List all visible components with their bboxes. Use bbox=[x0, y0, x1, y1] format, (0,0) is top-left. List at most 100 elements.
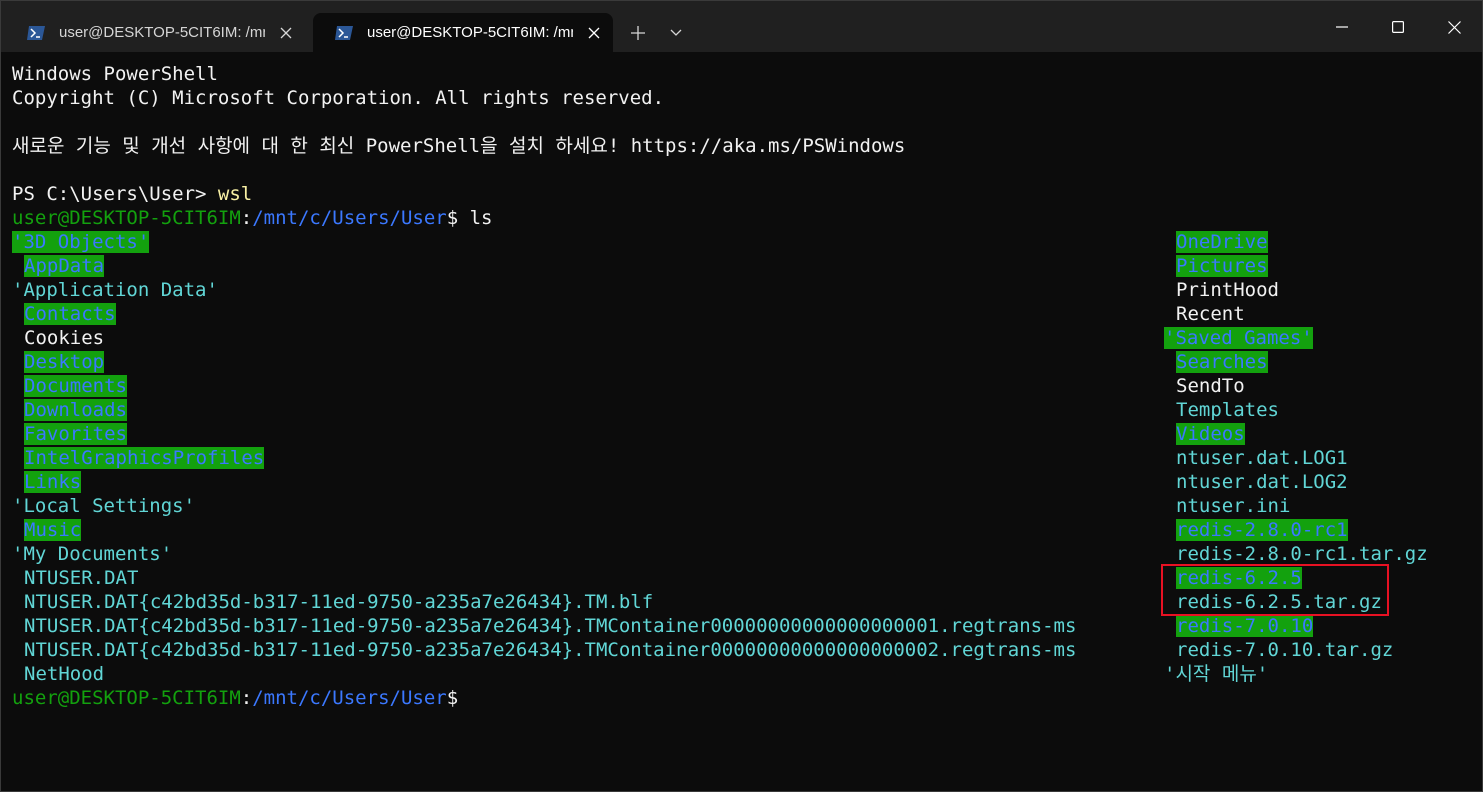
ls-entry-name: Documents bbox=[24, 375, 127, 397]
ls-entry-name: '시작 메뉴' bbox=[1164, 663, 1269, 685]
ls-entry: Documents bbox=[12, 374, 127, 398]
ls-entry-name: redis-2.8.0-rc1 bbox=[1176, 519, 1348, 541]
tab-title: user@DESKTOP-5CIT6IM: /mnt/c/Users/User bbox=[367, 24, 573, 41]
ls-entry-name: Links bbox=[24, 471, 82, 493]
ls-entry-name: NetHood bbox=[24, 663, 105, 685]
close-icon[interactable] bbox=[1426, 5, 1482, 49]
ls-entry-name: 'My Documents' bbox=[12, 543, 173, 565]
title-bar[interactable]: user@DESKTOP-5CIT6IM: /mnt/c/Users/User … bbox=[1, 1, 1482, 52]
ls-entry-name: '3D Objects' bbox=[12, 231, 150, 253]
ls-entry-name: 'Application Data' bbox=[12, 279, 218, 301]
prompt-path: /mnt/c/Users/User bbox=[252, 207, 447, 229]
prompt-path: /mnt/c/Users/User bbox=[252, 687, 447, 709]
ls-entry: '3D Objects' bbox=[12, 230, 150, 254]
ps-prompt: PS C:\Users\User> bbox=[12, 183, 218, 205]
ls-entry: Desktop bbox=[12, 350, 105, 374]
close-icon[interactable] bbox=[581, 20, 607, 46]
ls-entry-name: Recent bbox=[1176, 303, 1245, 325]
ls-entry: Searches bbox=[1164, 350, 1268, 374]
ls-entry-name: NTUSER.DAT{c42bd35d-b317-11ed-9750-a235a… bbox=[24, 639, 1077, 661]
ls-entry: Cookies bbox=[12, 326, 104, 350]
ls-entry: PrintHood bbox=[1164, 278, 1279, 302]
ls-entry-name: NTUSER.DAT{c42bd35d-b317-11ed-9750-a235a… bbox=[24, 591, 654, 613]
ls-entry: redis-7.0.10 bbox=[1164, 614, 1314, 638]
ls-entry: redis-2.8.0-rc1.tar.gz bbox=[1164, 542, 1428, 566]
prompt-colon: : bbox=[240, 687, 253, 709]
prompt-dollar: $ bbox=[446, 687, 459, 709]
ls-entry-name: Downloads bbox=[24, 399, 127, 421]
ls-entry-name: Searches bbox=[1176, 351, 1268, 373]
ls-entry: 'My Documents' bbox=[12, 542, 172, 566]
header-line: Windows PowerShell bbox=[12, 63, 218, 85]
ls-entry: NetHood bbox=[12, 662, 104, 686]
minimize-icon[interactable] bbox=[1314, 5, 1370, 49]
prompt-colon: : bbox=[240, 207, 253, 229]
ls-entry-name: 'Local Settings' bbox=[12, 495, 196, 517]
highlight-box bbox=[1161, 564, 1389, 616]
ls-entry: Videos bbox=[1164, 422, 1245, 446]
ls-entry-name: Pictures bbox=[1176, 255, 1268, 277]
powershell-icon bbox=[27, 25, 45, 40]
bash-prompt-line: user@DESKTOP-5CIT6IM:/mnt/c/Users/User$ … bbox=[12, 206, 492, 230]
prompt-dollar: $ bbox=[446, 207, 459, 229]
ls-entry-name: redis-7.0.10.tar.gz bbox=[1176, 639, 1394, 661]
ls-entry: Downloads bbox=[12, 398, 127, 422]
ls-entry: AppData bbox=[12, 254, 105, 278]
ls-entry-name: AppData bbox=[24, 255, 105, 277]
close-icon[interactable] bbox=[273, 20, 299, 46]
ls-entry: Links bbox=[12, 470, 82, 494]
maximize-icon[interactable] bbox=[1370, 5, 1426, 49]
tab-1[interactable]: user@DESKTOP-5CIT6IM: /mnt/c/Users/User bbox=[5, 13, 311, 52]
ls-entry-name: ntuser.dat.LOG1 bbox=[1176, 447, 1348, 469]
powershell-icon bbox=[335, 25, 353, 40]
ps-prompt-line: PS C:\Users\User> wsl bbox=[12, 182, 252, 206]
ls-entry-name: NTUSER.DAT{c42bd35d-b317-11ed-9750-a235a… bbox=[24, 615, 1077, 637]
prompt-user: user@DESKTOP-5CIT6IM bbox=[12, 687, 241, 709]
ls-entry-name: Music bbox=[24, 519, 82, 541]
ls-entry: NTUSER.DAT bbox=[12, 566, 138, 590]
ls-entry-name: Templates bbox=[1176, 399, 1279, 421]
bash-prompt-line: user@DESKTOP-5CIT6IM:/mnt/c/Users/User$ bbox=[12, 686, 458, 710]
ls-entry-name: ntuser.ini bbox=[1176, 495, 1291, 517]
ls-entry: Favorites bbox=[12, 422, 127, 446]
ls-entry-name: PrintHood bbox=[1176, 279, 1279, 301]
tab-2[interactable]: user@DESKTOP-5CIT6IM: /mnt/c/Users/User bbox=[313, 13, 613, 52]
ls-entry: 'Local Settings' bbox=[12, 494, 195, 518]
ls-entry: 'Application Data' bbox=[12, 278, 218, 302]
ls-entry-name: 'Saved Games' bbox=[1164, 327, 1313, 349]
ls-entry: ntuser.ini bbox=[1164, 494, 1290, 518]
ls-entry: 'Saved Games' bbox=[1164, 326, 1313, 350]
tab-title: user@DESKTOP-5CIT6IM: /mnt/c/Users/User bbox=[59, 24, 265, 41]
ls-entry-name: Cookies bbox=[24, 327, 105, 349]
ls-entry-name: Desktop bbox=[24, 351, 105, 373]
ls-entry-name: ntuser.dat.LOG2 bbox=[1176, 471, 1348, 493]
ls-entry: ntuser.dat.LOG1 bbox=[1164, 446, 1348, 470]
header-line: 새로운 기능 및 개선 사항에 대 한 최신 PowerShell을 설치 하세… bbox=[12, 135, 906, 157]
ls-entry-name: Videos bbox=[1176, 423, 1245, 445]
ls-entry-name: Contacts bbox=[24, 303, 116, 325]
prompt-user: user@DESKTOP-5CIT6IM bbox=[12, 207, 241, 229]
terminal-output[interactable]: Windows PowerShell Copyright (C) Microso… bbox=[12, 62, 1472, 762]
ls-entry-name: redis-2.8.0-rc1.tar.gz bbox=[1176, 543, 1428, 565]
ls-entry: NTUSER.DAT{c42bd35d-b317-11ed-9750-a235a… bbox=[12, 614, 1076, 638]
ls-command: ls bbox=[458, 207, 493, 229]
ls-entry: Recent bbox=[1164, 302, 1245, 326]
ls-entry: '시작 메뉴' bbox=[1164, 662, 1268, 686]
ls-entry: Contacts bbox=[12, 302, 116, 326]
ls-entry-name: IntelGraphicsProfiles bbox=[24, 447, 265, 469]
ls-entry: ntuser.dat.LOG2 bbox=[1164, 470, 1348, 494]
ls-entry: Music bbox=[12, 518, 82, 542]
ls-entry: NTUSER.DAT{c42bd35d-b317-11ed-9750-a235a… bbox=[12, 590, 653, 614]
ls-entry-name: redis-7.0.10 bbox=[1176, 615, 1314, 637]
terminal-window: user@DESKTOP-5CIT6IM: /mnt/c/Users/User … bbox=[0, 0, 1483, 792]
ls-entry: Templates bbox=[1164, 398, 1279, 422]
ls-entry: NTUSER.DAT{c42bd35d-b317-11ed-9750-a235a… bbox=[12, 638, 1076, 662]
ls-entry-name: OneDrive bbox=[1176, 231, 1268, 253]
ls-entry: redis-2.8.0-rc1 bbox=[1164, 518, 1348, 542]
ls-entry: Pictures bbox=[1164, 254, 1268, 278]
ps-command: wsl bbox=[217, 183, 253, 205]
plus-icon[interactable] bbox=[623, 18, 653, 48]
ls-entry: IntelGraphicsProfiles bbox=[12, 446, 265, 470]
ls-entry: SendTo bbox=[1164, 374, 1245, 398]
chevron-down-icon[interactable] bbox=[661, 18, 691, 48]
